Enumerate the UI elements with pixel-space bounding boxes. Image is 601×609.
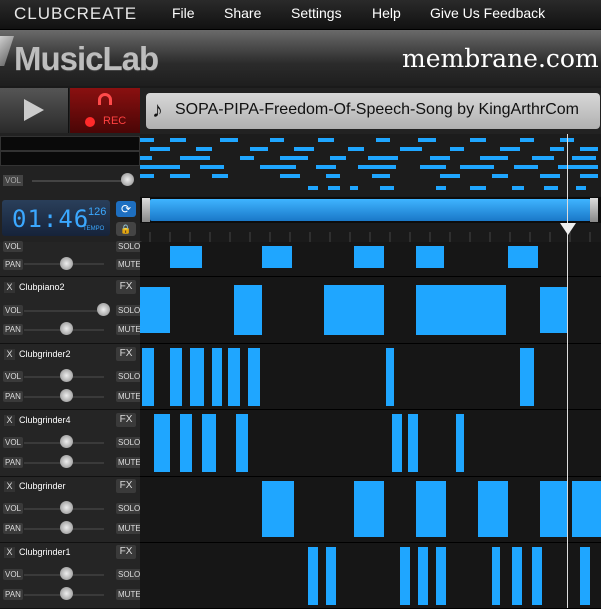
pan-knob[interactable]: [60, 322, 73, 335]
close-track-button[interactable]: X: [4, 481, 15, 492]
mute-button[interactable]: MUTE: [116, 391, 143, 402]
track-lane[interactable]: [140, 344, 601, 410]
clip-waveforms: [142, 348, 534, 406]
clip-waveforms: [262, 481, 601, 537]
vol-knob[interactable]: [60, 369, 73, 382]
scroll-handle-right[interactable]: [590, 198, 598, 222]
playhead-marker[interactable]: [560, 223, 576, 235]
fx-button[interactable]: FX: [116, 545, 136, 559]
track-lane[interactable]: [140, 477, 601, 543]
close-track-button[interactable]: X: [4, 349, 15, 360]
menu-share[interactable]: Share: [224, 5, 261, 21]
app-logo: MusicLab: [14, 40, 159, 77]
track-lane[interactable]: [140, 277, 601, 344]
solo-button[interactable]: SOLO: [116, 305, 143, 316]
ruler-ticks: [149, 232, 591, 242]
vol-label: VOL: [3, 305, 24, 316]
time-readout: 01:46: [12, 205, 90, 233]
pan-label: PAN: [3, 589, 23, 600]
scroll-handle-left[interactable]: [142, 198, 150, 222]
track-lane[interactable]: [140, 242, 601, 277]
solo-button[interactable]: SOLO: [116, 371, 143, 382]
mute-button[interactable]: MUTE: [116, 589, 143, 600]
track-lane[interactable]: [140, 410, 601, 477]
play-icon: [24, 99, 44, 121]
mute-button[interactable]: MUTE: [116, 324, 143, 335]
menu-file[interactable]: File: [172, 5, 195, 21]
fx-button[interactable]: FX: [116, 280, 136, 294]
tempo-label: TEMPO: [83, 226, 105, 232]
mute-button[interactable]: MUTE: [116, 457, 143, 468]
play-button[interactable]: [0, 88, 69, 133]
pan-knob[interactable]: [60, 257, 73, 270]
music-note-icon: ♪: [152, 97, 163, 122]
solo-button[interactable]: SOLO: [116, 241, 143, 252]
track-name: Clubgrinder2: [19, 349, 71, 359]
mute-button[interactable]: MUTE: [116, 523, 143, 534]
playhead-line: [567, 134, 568, 608]
solo-button[interactable]: SOLO: [116, 437, 143, 448]
fx-button[interactable]: FX: [116, 479, 136, 493]
clip-waveforms: [154, 414, 464, 472]
vol-label: VOL: [3, 569, 24, 580]
record-dot-icon: [85, 117, 95, 127]
song-title: SOPA-PIPA-Freedom-Of-Speech-Song by King…: [175, 101, 579, 118]
pan-label: PAN: [3, 391, 23, 402]
site-name[interactable]: membrane.com: [402, 44, 599, 73]
vol-label: VOL: [3, 503, 24, 514]
timeline-ruler: [140, 224, 601, 242]
tempo-value[interactable]: 126: [88, 207, 106, 218]
pan-knob[interactable]: [60, 389, 73, 402]
menu-settings[interactable]: Settings: [291, 5, 342, 21]
clip-waveforms: [308, 547, 590, 605]
pan-label: PAN: [3, 523, 23, 534]
timeline-scrollbar[interactable]: [150, 199, 591, 221]
slot-1: [0, 136, 140, 151]
overview-blocks: [140, 138, 598, 190]
track-name: Clubgrinder4: [19, 415, 71, 425]
pan-label: PAN: [3, 324, 23, 335]
track-name: Clubgrinder: [19, 481, 66, 491]
clip-waveforms: [170, 246, 538, 268]
track-lane[interactable]: [140, 543, 601, 609]
headphones-icon: [98, 93, 112, 105]
close-track-button[interactable]: X: [4, 415, 15, 426]
menu-help[interactable]: Help: [372, 5, 401, 21]
menu-feedback[interactable]: Give Us Feedback: [430, 5, 545, 21]
slot-2: [0, 151, 140, 166]
pan-knob[interactable]: [60, 587, 73, 600]
vol-track: [24, 310, 106, 312]
vol-label: VOL: [3, 241, 24, 252]
loop-button[interactable]: ⟳: [116, 201, 136, 217]
pan-knob[interactable]: [60, 455, 73, 468]
vol-knob[interactable]: [60, 567, 73, 580]
close-track-button[interactable]: X: [4, 547, 15, 558]
vol-label: VOL: [3, 371, 24, 382]
track-name: Clubpiano2: [19, 282, 65, 292]
fx-button[interactable]: FX: [116, 413, 136, 427]
pan-label: PAN: [3, 259, 23, 270]
vol-label: VOL: [3, 437, 24, 448]
solo-button[interactable]: SOLO: [116, 503, 143, 514]
master-vol-track: [32, 180, 128, 182]
mute-button[interactable]: MUTE: [116, 259, 143, 270]
pan-label: PAN: [3, 457, 23, 468]
brand-name: CLUBCREATE: [14, 4, 138, 23]
vol-knob[interactable]: [60, 435, 73, 448]
arrangement-overview: [140, 134, 601, 196]
track-name: Clubgrinder1: [19, 547, 71, 557]
solo-button[interactable]: SOLO: [116, 569, 143, 580]
master-vol-knob[interactable]: [121, 173, 134, 186]
record-label: REC: [103, 115, 127, 127]
vol-knob[interactable]: [60, 501, 73, 514]
clip-waveforms: [140, 285, 568, 335]
vol-knob[interactable]: [97, 303, 110, 316]
lock-button[interactable]: 🔒: [116, 222, 136, 236]
pan-knob[interactable]: [60, 521, 73, 534]
master-vol-label: VOL: [3, 175, 24, 186]
close-track-button[interactable]: X: [4, 282, 15, 293]
fx-button[interactable]: FX: [116, 347, 136, 361]
